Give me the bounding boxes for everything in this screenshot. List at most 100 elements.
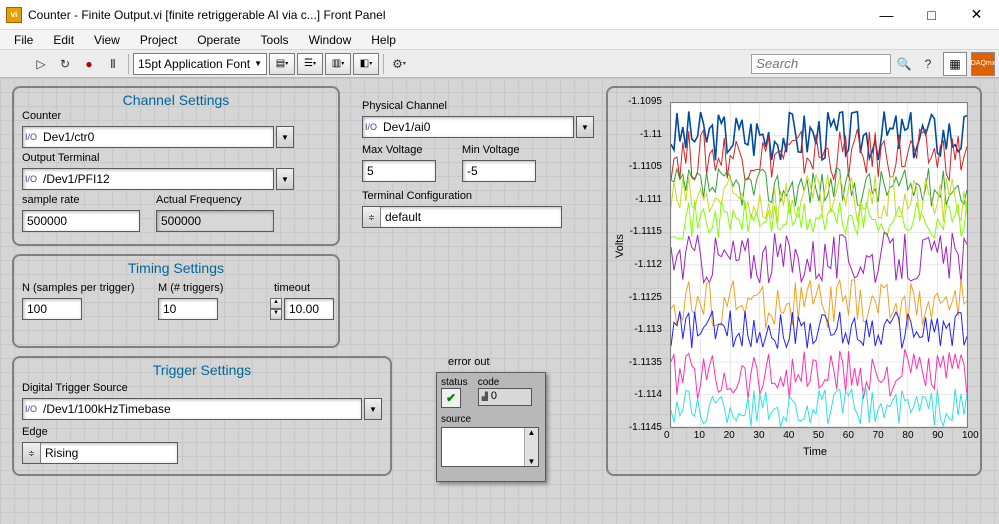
physical-channel-field[interactable]: I/O Dev1/ai0 <box>362 116 574 138</box>
search-icon[interactable]: 🔍 <box>893 53 915 75</box>
x-tick: 30 <box>753 430 764 441</box>
scroll-up-icon[interactable]: ▲ <box>525 428 538 437</box>
y-tick: -1.1095 <box>628 96 662 107</box>
sample-rate-field[interactable] <box>22 210 140 232</box>
reorder-button[interactable]: ◧▾ <box>353 53 379 75</box>
y-tick: -1.1135 <box>629 357 662 368</box>
digital-trigger-source-value: /Dev1/100kHzTimebase <box>39 402 361 416</box>
min-voltage-label: Min Voltage <box>462 144 519 156</box>
settings-gear-button[interactable]: ⚙▾ <box>388 53 410 75</box>
font-combo-label: 15pt Application Font <box>138 57 250 71</box>
timing-settings-frame: Timing Settings N (samples per trigger) … <box>12 254 340 348</box>
error-out-cluster: status ✔ code ▟ 0 source ▲ ▼ <box>436 372 546 482</box>
trigger-settings-frame: Trigger Settings Digital Trigger Source … <box>12 356 392 476</box>
graph-frame: -1.1095-1.11-1.1105-1.111-1.1115-1.112-1… <box>606 86 982 476</box>
spinner-up-icon[interactable]: ▲ <box>270 298 282 309</box>
max-voltage-label: Max Voltage <box>362 144 423 156</box>
edge-field[interactable]: ≑ Rising <box>22 442 178 464</box>
menu-window[interactable]: Window <box>299 31 362 49</box>
y-tick: -1.113 <box>634 324 662 335</box>
chevron-down-icon: ▼ <box>577 117 593 137</box>
x-tick: 80 <box>902 430 913 441</box>
front-panel-client: Channel Settings Counter I/O Dev1/ctr0 ▼… <box>0 78 999 524</box>
io-icon: I/O <box>23 174 39 184</box>
distribute-button[interactable]: ☰▾ <box>297 53 323 75</box>
counter-dropdown[interactable]: ▼ <box>276 126 294 148</box>
menu-operate[interactable]: Operate <box>187 31 250 49</box>
counter-value: Dev1/ctr0 <box>39 130 273 144</box>
stepper-icon[interactable]: ≑ <box>363 207 381 227</box>
x-tick: 0 <box>664 430 670 441</box>
palette-grid-icon[interactable]: ▦ <box>943 52 967 76</box>
stepper-icon[interactable]: ≑ <box>23 443 41 463</box>
error-source-label: source <box>441 414 541 425</box>
actual-freq-field <box>156 210 274 232</box>
daqmx-example-icon[interactable]: DAQmx <box>971 52 995 76</box>
menu-tools[interactable]: Tools <box>251 31 299 49</box>
m-triggers-field[interactable] <box>158 298 218 320</box>
error-out-title: error out <box>448 356 490 368</box>
toolbar: ▷ ↻ ● Ⅱ 15pt Application Font ▼ ▤▾ ☰▾ ▥▾… <box>0 50 999 78</box>
y-tick: -1.114 <box>634 389 662 400</box>
digital-trigger-source-dropdown[interactable]: ▼ <box>364 398 382 420</box>
scroll-down-icon[interactable]: ▼ <box>525 457 538 466</box>
edge-label: Edge <box>22 426 48 438</box>
y-tick: -1.1105 <box>629 161 662 172</box>
x-tick: 10 <box>694 430 705 441</box>
timeout-field[interactable] <box>284 298 334 320</box>
spinner-down-icon[interactable]: ▼ <box>270 309 282 320</box>
abort-button[interactable]: ● <box>78 53 100 75</box>
output-terminal-label: Output Terminal <box>22 152 99 164</box>
window-title: Counter - Finite Output.vi [finite retri… <box>28 8 864 22</box>
help-icon[interactable]: ? <box>917 53 939 75</box>
counter-field[interactable]: I/O Dev1/ctr0 <box>22 126 274 148</box>
x-tick: 50 <box>813 430 824 441</box>
io-icon: I/O <box>363 122 379 132</box>
channel-settings-frame: Channel Settings Counter I/O Dev1/ctr0 ▼… <box>12 86 340 246</box>
error-status-indicator: ✔ <box>441 388 461 408</box>
y-tick: -1.1115 <box>630 226 662 237</box>
search-input[interactable] <box>751 54 891 74</box>
menu-bar: File Edit View Project Operate Tools Win… <box>0 30 999 50</box>
y-tick: -1.112 <box>634 259 662 270</box>
menu-edit[interactable]: Edit <box>43 31 84 49</box>
y-tick: -1.1145 <box>629 422 662 433</box>
close-button[interactable]: ✕ <box>954 0 999 30</box>
font-combo[interactable]: 15pt Application Font ▼ <box>133 53 267 75</box>
physical-channel-dropdown[interactable]: ▼ <box>576 116 594 138</box>
run-button[interactable]: ▷ <box>30 53 52 75</box>
n-samples-field[interactable] <box>22 298 82 320</box>
y-axis-label: Volts <box>614 234 626 258</box>
sample-rate-label: sample rate <box>22 194 79 206</box>
align-button[interactable]: ▤▾ <box>269 53 295 75</box>
error-code-field: ▟ 0 <box>478 388 532 406</box>
terminal-config-value: default <box>381 210 561 224</box>
min-voltage-field[interactable] <box>462 160 536 182</box>
menu-project[interactable]: Project <box>130 31 187 49</box>
waveform-traces <box>671 103 967 427</box>
run-continuous-button[interactable]: ↻ <box>54 53 76 75</box>
menu-view[interactable]: View <box>84 31 130 49</box>
io-icon: I/O <box>23 404 39 414</box>
waveform-graph[interactable] <box>670 102 968 428</box>
maximize-button[interactable]: □ <box>909 0 954 30</box>
x-tick: 20 <box>724 430 735 441</box>
terminal-config-field[interactable]: ≑ default <box>362 206 562 228</box>
io-icon: I/O <box>23 132 39 142</box>
pause-button[interactable]: Ⅱ <box>102 53 124 75</box>
max-voltage-field[interactable] <box>362 160 436 182</box>
chevron-down-icon: ▼ <box>365 399 381 419</box>
x-tick: 100 <box>962 430 979 441</box>
menu-help[interactable]: Help <box>361 31 406 49</box>
error-source-scrollbar[interactable]: ▲ ▼ <box>524 428 538 466</box>
digital-trigger-source-field[interactable]: I/O /Dev1/100kHzTimebase <box>22 398 362 420</box>
chevron-down-icon: ▼ <box>277 127 293 147</box>
minimize-button[interactable]: — <box>864 0 909 30</box>
timeout-stepper[interactable]: ▲ ▼ <box>270 298 282 320</box>
menu-file[interactable]: File <box>4 31 43 49</box>
resize-button[interactable]: ▥▾ <box>325 53 351 75</box>
output-terminal-dropdown[interactable]: ▼ <box>276 168 294 190</box>
output-terminal-field[interactable]: I/O /Dev1/PFI12 <box>22 168 274 190</box>
error-code-value: 0 <box>491 390 497 402</box>
output-terminal-value: /Dev1/PFI12 <box>39 172 273 186</box>
